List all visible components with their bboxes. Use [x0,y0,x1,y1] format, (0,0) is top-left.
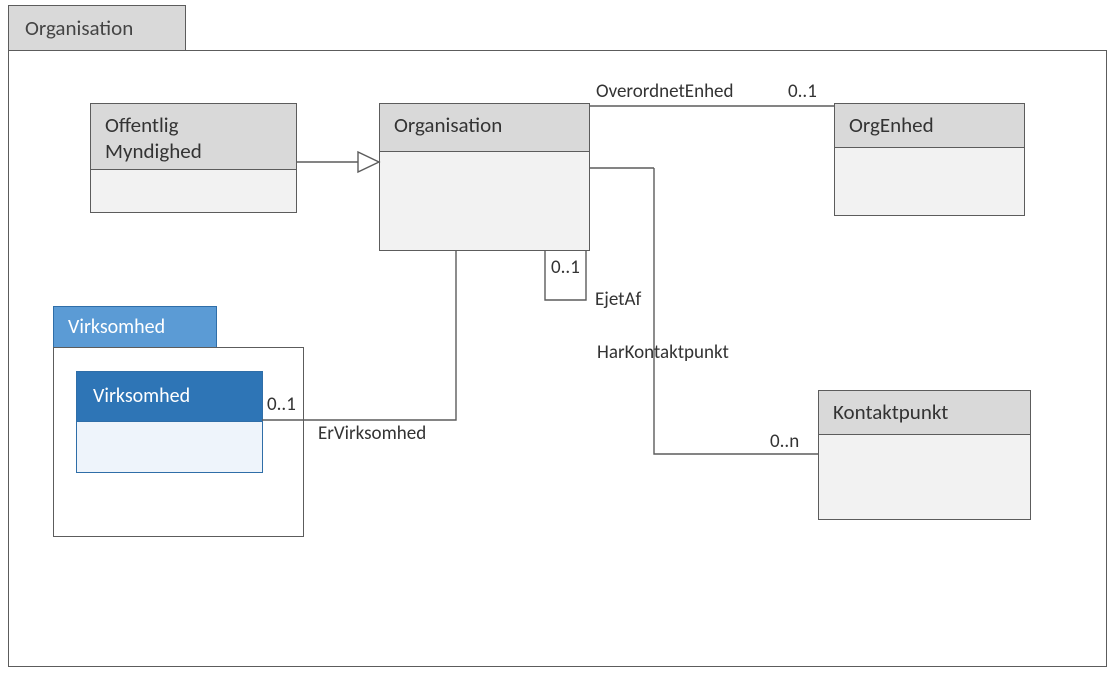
class-orgenhed: OrgEnhed [834,103,1025,216]
frame-tab-organisation: Organisation [8,5,186,51]
label-er-virksomhed: ErVirksomhed [318,422,426,445]
class-orgenhed-title: OrgEnhed [849,112,934,138]
mult-overordnet-enhed: 0..1 [788,80,817,103]
mult-ejet-af: 0..1 [551,256,580,279]
mult-er-virksomhed: 0..1 [267,393,296,416]
class-organisation-title: Organisation [394,112,502,138]
mult-har-kontaktpunkt: 0..n [770,430,799,453]
package-virksomhed: Virksomhed [53,347,304,537]
class-virksomhed-title: Virksomhed [93,384,190,408]
package-tab-virksomhed-label: Virksomhed [68,315,165,339]
frame-tab-label: Organisation [25,15,133,41]
class-kontaktpunkt-title: Kontaktpunkt [833,399,948,425]
class-virksomhed: Virksomhed [76,371,263,473]
label-overordnet-enhed: OverordnetEnhed [596,80,734,103]
class-organisation: Organisation [379,103,590,251]
diagram-canvas: Organisation Offentlig Myndighed Organis… [0,0,1116,678]
label-ejet-af: EjetAf [595,288,641,311]
class-kontaktpunkt: Kontaktpunkt [818,390,1031,520]
class-offentlig-myndighed-title: Offentlig Myndighed [105,112,286,165]
label-har-kontaktpunkt: HarKontaktpunkt [597,341,729,364]
package-tab-virksomhed: Virksomhed [53,306,217,348]
class-offentlig-myndighed: Offentlig Myndighed [90,103,297,213]
